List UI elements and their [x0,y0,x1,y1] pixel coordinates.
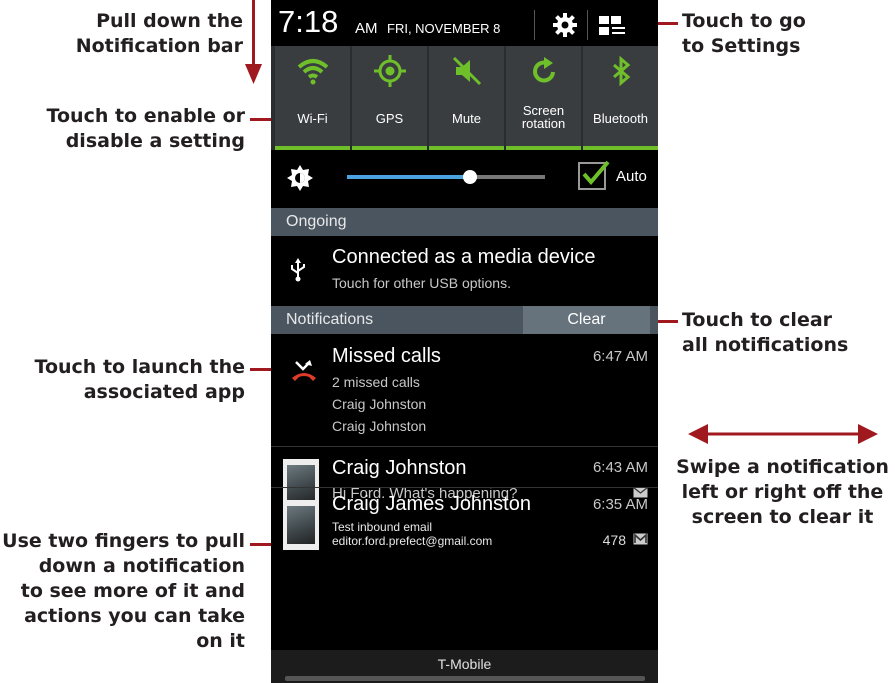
notification-time: 6:43 AM [592,459,648,476]
callout-two-fingers: Use two fingers to pull down a notificat… [2,530,245,652]
ongoing-subtitle: Touch for other USB options. [332,275,511,291]
bluetooth-icon [613,55,631,87]
status-bar[interactable]: 7:18 AM FRI, NOVEMBER 8 [271,0,658,46]
usb-icon [291,258,305,282]
notification-title: Craig Johnston [332,457,467,479]
brightness-slider[interactable] [347,170,545,184]
status-divider [534,10,535,40]
notification-line: Craig Johnston [332,418,427,434]
clear-notifications-button[interactable]: Clear [523,306,650,334]
notification-email[interactable]: Craig James Johnston 6:35 AM Test inboun… [271,488,658,588]
notification-time: 6:35 AM [592,496,648,513]
email-count: 478 [602,532,626,548]
notification-title: Missed calls [332,345,441,367]
email-icon [633,533,648,545]
toggle-screen-rotation[interactable]: Screen rotation [506,46,581,150]
notifications-header: Notifications Clear [271,306,658,334]
down-arrow-icon [245,64,262,84]
callout-settings: Touch to go to Settings [682,10,806,57]
ongoing-header-label: Ongoing [286,213,347,230]
notification-missed-calls[interactable]: Missed calls 6:47 AM 2 missed calls Crai… [271,336,658,447]
toggle-label: Mute [452,111,481,126]
notification-title: Craig James Johnston [332,493,531,515]
toggle-label: Wi-Fi [297,111,328,126]
clock-ampm: AM [355,20,378,37]
avatar-photo [287,506,315,544]
toggle-label: GPS [375,111,404,126]
auto-brightness-checkbox[interactable] [578,160,610,190]
notification-line: 2 missed calls [332,374,420,390]
panel-drag-handle[interactable] [285,676,645,681]
notification-line: Craig Johnston [332,396,427,412]
gps-icon [374,55,406,87]
toggle-gps[interactable]: GPS [352,46,427,150]
mute-icon [452,56,482,86]
toggle-bluetooth[interactable]: Bluetooth [583,46,658,150]
avatar [283,500,319,550]
ongoing-header: Ongoing [271,208,658,236]
pull-down-arrow-line [252,0,255,68]
status-divider [587,10,588,40]
carrier-bar[interactable]: T-Mobile [271,650,658,683]
clock-time: 7:18 [278,4,339,39]
toggle-mute[interactable]: Mute [429,46,504,150]
notification-time: 6:47 AM [592,348,648,365]
brightness-icon [287,165,313,191]
swipe-double-arrow-icon [688,424,878,444]
checkmark-icon [582,160,610,186]
brightness-row: Auto [271,150,658,208]
toggle-wifi[interactable]: Wi-Fi [275,46,350,150]
callout-pull-down: Pull down the Notification bar [75,10,243,57]
quick-settings-grid-icon[interactable] [599,16,625,36]
callout-launch-app: Touch to launch the associated app [34,356,245,403]
toggle-label: Bluetooth [593,111,648,126]
notifications-header-label: Notifications [286,311,374,328]
notification-message[interactable]: Craig Johnston 6:43 AM Hi Ford. What's h… [271,447,658,509]
callout-clear: Touch to clear all notifications [682,309,849,356]
wifi-icon [297,59,329,85]
missed-call-icon [292,360,316,381]
callout-swipe: Swipe a notification left or right off t… [676,456,889,528]
ongoing-title: Connected as a media device [332,246,596,268]
notification-line: Test inbound email [332,520,433,534]
status-date: FRI, NOVEMBER 8 [387,21,501,36]
gear-icon[interactable] [552,12,578,38]
rotation-icon [533,57,555,83]
carrier-label: T-Mobile [437,656,492,672]
toggle-label: Screen rotation [521,103,566,131]
notification-panel[interactable]: 7:18 AM FRI, NOVEMBER 8 Wi-Fi GPS Mute S… [271,0,658,683]
callout-toggle-setting: Touch to enable or disable a setting [46,105,245,152]
quick-toggle-row: Wi-Fi GPS Mute Screen rotation Bluetooth [271,46,658,150]
notification-line: editor.ford.prefect@gmail.com [332,534,493,548]
auto-brightness-label: Auto [616,168,647,185]
brightness-slider-knob[interactable] [462,170,477,184]
brightness-slider-fill [347,175,470,179]
ongoing-usb-notification[interactable]: Connected as a media device Touch for ot… [271,236,658,306]
